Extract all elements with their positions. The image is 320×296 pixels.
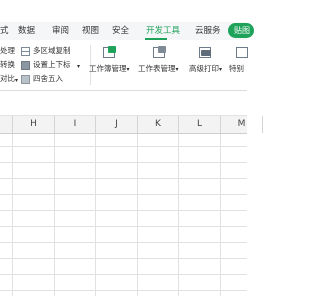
column-header-k[interactable]: K — [138, 116, 179, 133]
column-header-l[interactable]: L — [179, 116, 221, 133]
grid-vline — [95, 134, 96, 296]
worksheet-manage-button[interactable]: 工作表管理▾ — [138, 64, 179, 75]
set-superscript-subscript-button[interactable]: 设置上下标 — [33, 60, 71, 70]
grid-hline — [0, 162, 247, 163]
superscript-dropdown-caret-icon[interactable]: ▾ — [77, 62, 80, 72]
tab-formula[interactable]: 式 — [0, 25, 9, 37]
compare-dropdown-caret-icon[interactable]: ▾ — [15, 76, 18, 86]
advanced-print-icon — [199, 46, 213, 59]
grid-hline — [0, 274, 247, 275]
grid-vline — [137, 134, 138, 296]
ribbon-toolbar: 处理 转换 对比 ▾ 多区域复制 设置上下标 ▾ 四舍五入 工作簿管理▾ 工作表… — [0, 40, 250, 91]
ribbon-tab-bar: 式 数据 审阅 视图 安全 开发工具 云服务 贴图 — [0, 22, 254, 40]
special-button[interactable]: 特别 — [229, 64, 244, 74]
ribbon-item-process[interactable]: 处理 — [0, 46, 15, 56]
column-header-row: H I J K L M — [0, 116, 263, 134]
column-header-m[interactable]: M — [221, 116, 263, 133]
superscript-subscript-icon — [21, 61, 30, 70]
grid-hline — [0, 210, 247, 211]
grid-vline — [12, 134, 13, 296]
column-header-j[interactable]: J — [96, 116, 138, 133]
tab-data[interactable]: 数据 — [18, 25, 35, 37]
tab-paste-image-badge[interactable]: 贴图 — [228, 23, 254, 38]
grid-vline — [54, 134, 55, 296]
column-header-h[interactable]: H — [13, 116, 55, 133]
round-icon — [21, 75, 30, 84]
tab-security[interactable]: 安全 — [112, 25, 129, 37]
grid-hline — [0, 194, 247, 195]
column-header-partial[interactable] — [0, 116, 13, 133]
grid-vline — [178, 134, 179, 296]
grid-vline — [220, 134, 221, 296]
grid-hline — [0, 178, 247, 179]
ribbon-item-convert[interactable]: 转换 — [0, 60, 15, 70]
worksheet-manage-icon — [153, 46, 167, 59]
tab-cloud-service[interactable]: 云服务 — [195, 25, 221, 37]
grid-hline — [0, 290, 247, 291]
grid-hline — [0, 226, 247, 227]
grid-hline — [0, 146, 247, 147]
tab-view[interactable]: 视图 — [82, 25, 99, 37]
tab-review[interactable]: 审阅 — [52, 25, 69, 37]
formula-bar-area[interactable] — [0, 91, 247, 116]
ribbon-item-compare[interactable]: 对比 — [0, 74, 15, 84]
cell-grid[interactable] — [0, 134, 247, 296]
tab-developer-tools[interactable]: 开发工具 — [146, 25, 180, 37]
special-icon — [236, 46, 250, 59]
column-header-i[interactable]: I — [55, 116, 96, 133]
multi-area-copy-button[interactable]: 多区域复制 — [33, 46, 71, 56]
round-button[interactable]: 四舍五入 — [33, 74, 63, 84]
grid-hline — [0, 258, 247, 259]
advanced-print-button[interactable]: 高级打印▾ — [189, 64, 222, 75]
multi-area-copy-icon — [21, 47, 30, 56]
grid-hline — [0, 242, 247, 243]
workbook-manage-button[interactable]: 工作簿管理▾ — [89, 64, 130, 75]
workbook-manage-icon — [103, 46, 117, 59]
